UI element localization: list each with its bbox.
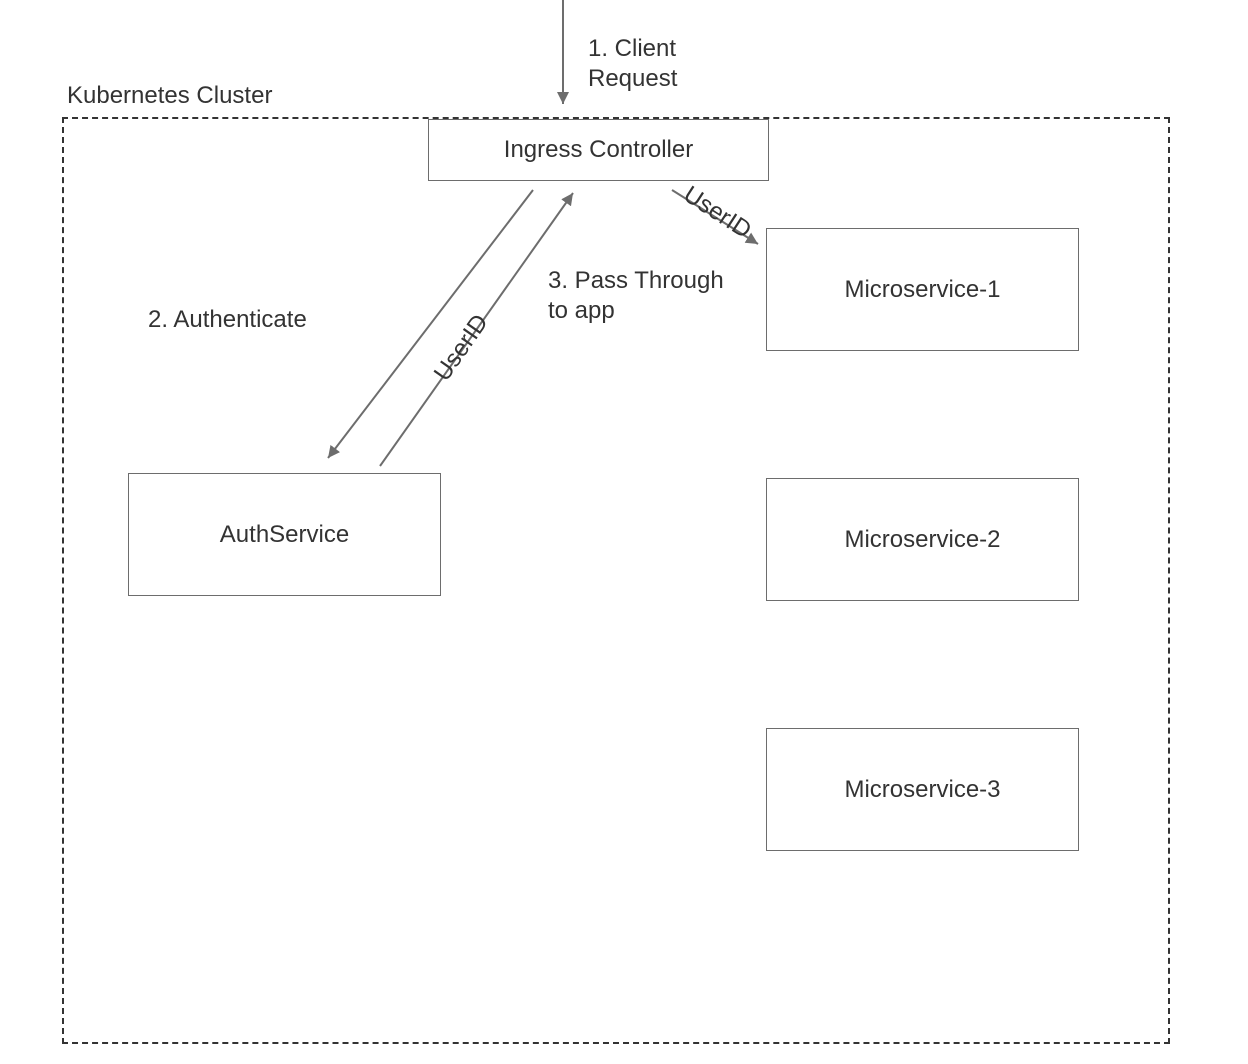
cluster-label: Kubernetes Cluster: [67, 82, 272, 110]
edge-label-pass-through: 3. Pass Through to app: [548, 266, 724, 326]
edge-label-line: to app: [548, 296, 724, 326]
node-ingress-controller: Ingress Controller: [428, 119, 769, 181]
node-microservice-3: Microservice-3: [766, 728, 1079, 851]
node-authservice: AuthService: [128, 473, 441, 596]
edge-label-client-request: 1. Client Request: [588, 34, 677, 94]
edge-label-authenticate: 2. Authenticate: [148, 305, 307, 335]
edge-label-line: 1. Client: [588, 34, 677, 64]
node-label: Ingress Controller: [504, 136, 693, 164]
node-label: Microservice-2: [844, 526, 1000, 554]
node-label: AuthService: [220, 521, 349, 549]
node-microservice-2: Microservice-2: [766, 478, 1079, 601]
node-label: Microservice-1: [844, 276, 1000, 304]
diagram-canvas: Kubernetes Cluster Ingress Controller Au…: [0, 0, 1248, 1064]
node-label: Microservice-3: [844, 776, 1000, 804]
node-microservice-1: Microservice-1: [766, 228, 1079, 351]
edge-label-line: 3. Pass Through: [548, 266, 724, 296]
edge-label-line: Request: [588, 64, 677, 94]
